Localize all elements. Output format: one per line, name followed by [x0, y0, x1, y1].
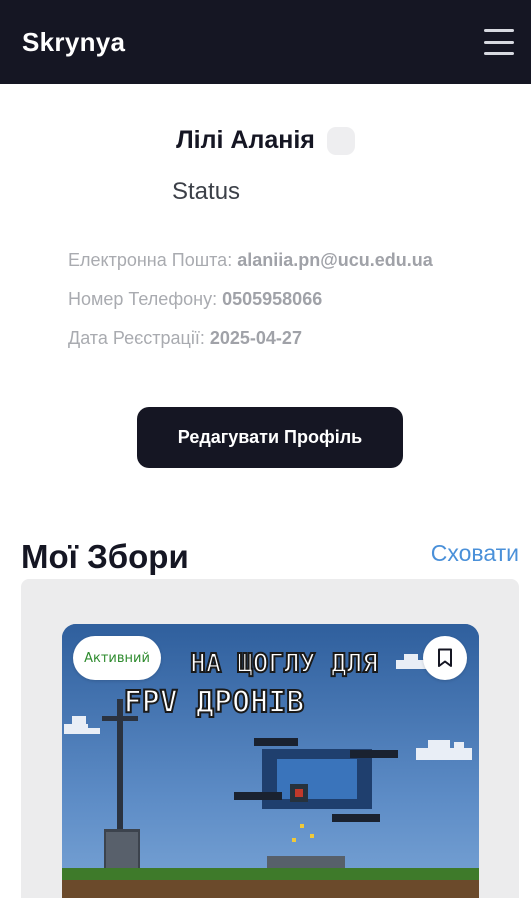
phone-label: Номер Телефону:: [68, 289, 218, 309]
hide-collections-link[interactable]: Сховати: [431, 540, 519, 567]
registration-date-info: Дата Реєстрації: 2025-04-27: [68, 328, 302, 349]
registration-date-label: Дата Реєстрації:: [68, 328, 205, 348]
avatar: [326, 126, 355, 155]
ground-shape: [62, 880, 479, 898]
bookmark-icon[interactable]: [423, 636, 467, 680]
profile-status: Status: [172, 178, 241, 205]
image-caption-line2: FPV ДРОНІВ: [124, 685, 305, 720]
edit-profile-button[interactable]: Редагувати Профіль: [137, 407, 403, 468]
email-value: alaniia.pn@ucu.edu.ua: [237, 250, 433, 270]
phone-info: Номер Телефону: 0505958066: [68, 289, 322, 310]
my-collections-title: Мої Збори: [21, 538, 189, 575]
registration-date-value: 2025-04-27: [209, 328, 302, 348]
top-bar: Skrynya: [0, 0, 531, 84]
menu-line: [484, 29, 514, 32]
brand-logo[interactable]: Skrynya: [22, 27, 125, 58]
menu-line: [484, 52, 514, 55]
bookmark-icon-glyph: [438, 648, 452, 667]
profile-header: Лілі Аланія: [0, 126, 531, 155]
menu-line: [484, 40, 514, 44]
email-info: Електронна Пошта: alaniia.pn@ucu.edu.ua: [68, 250, 433, 271]
status-badge: Активний: [73, 636, 161, 680]
grass-shape: [62, 868, 479, 880]
image-caption-line1: НА ЩОГЛУ ДЛЯ: [190, 649, 378, 679]
phone-value: 0505958066: [222, 289, 323, 309]
hamburger-menu-icon[interactable]: [484, 29, 514, 55]
email-label: Електронна Пошта:: [68, 250, 233, 270]
profile-name: Лілі Аланія: [176, 126, 315, 154]
landing-pad-shape: [267, 856, 345, 870]
